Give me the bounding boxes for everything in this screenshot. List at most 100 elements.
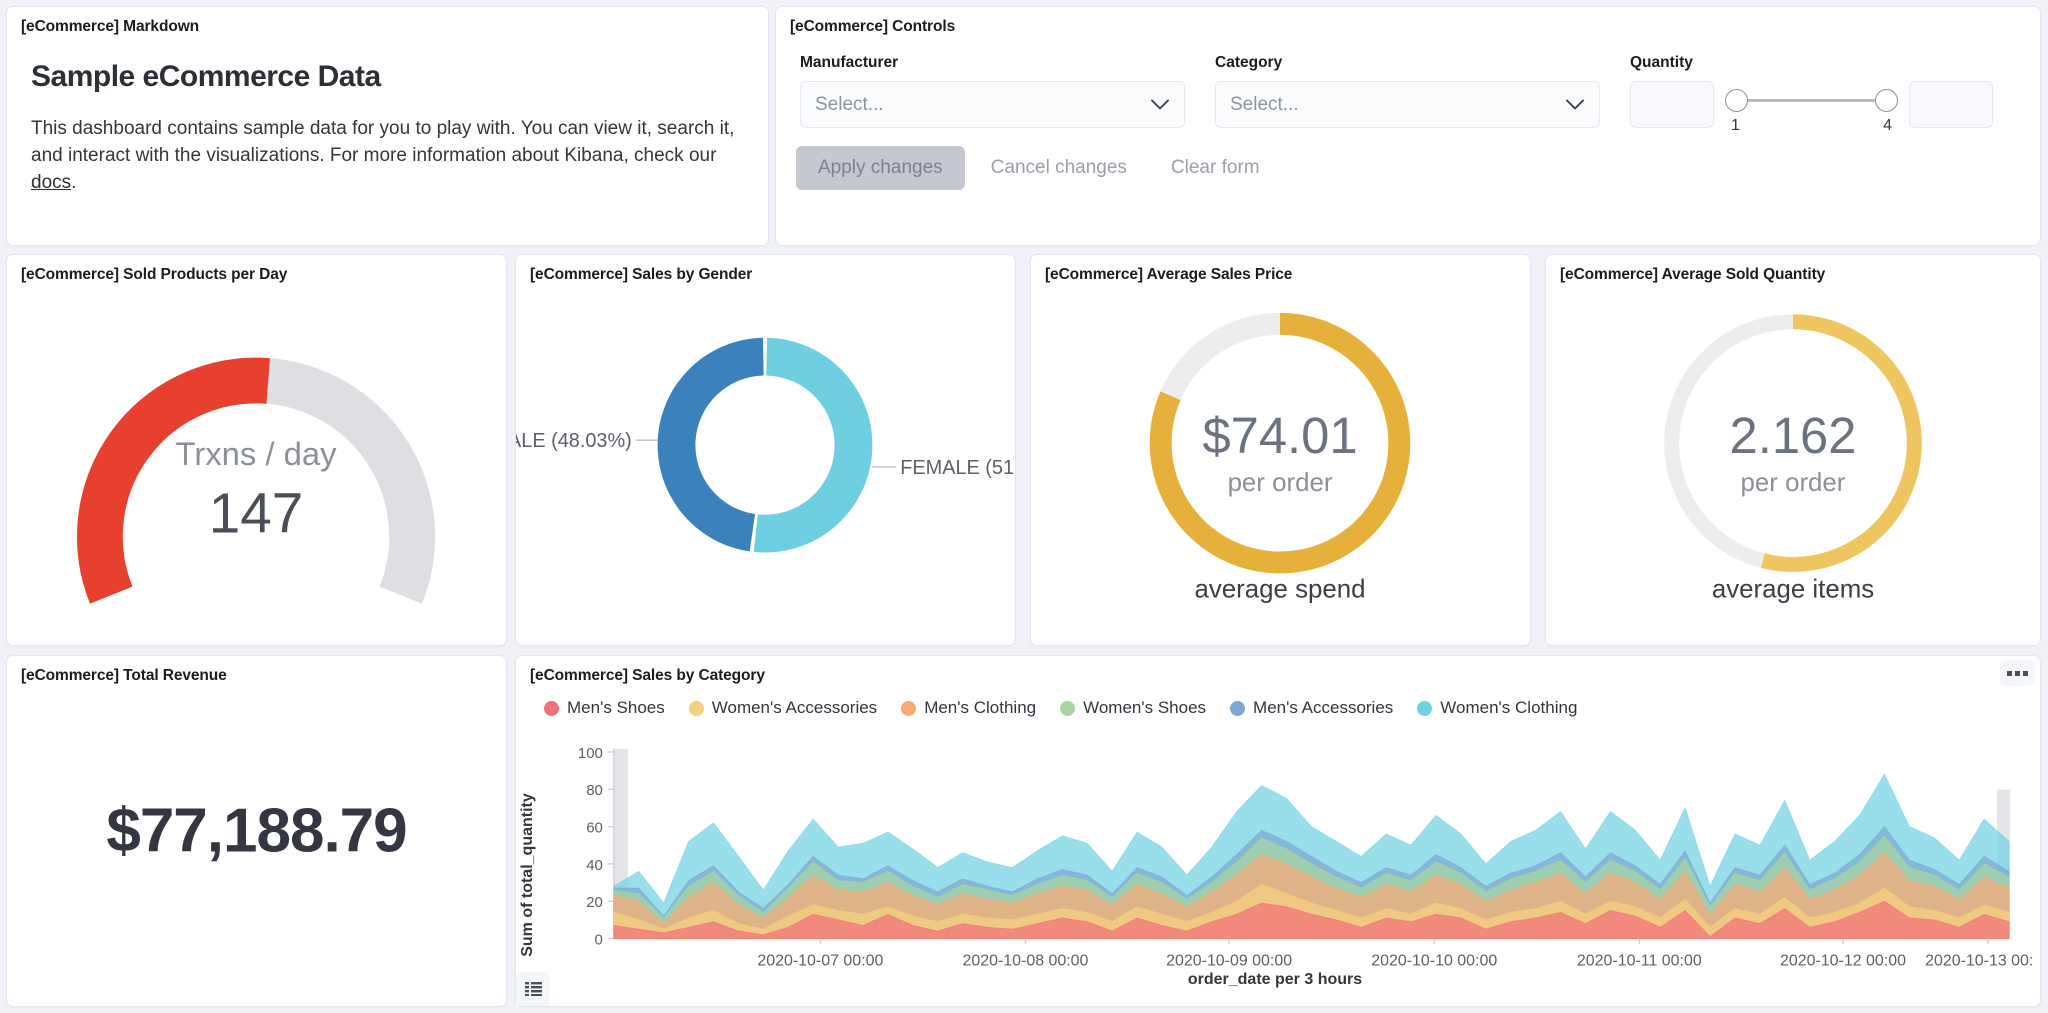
svg-text:2020-10-09 00:00: 2020-10-09 00:00 xyxy=(1166,952,1292,969)
manufacturer-label: Manufacturer xyxy=(800,54,899,71)
svg-text:2020-10-07 00:00: 2020-10-07 00:00 xyxy=(757,952,883,969)
markdown-heading: Sample eCommerce Data xyxy=(31,60,381,93)
panel-title-controls: [eCommerce] Controls xyxy=(790,18,956,35)
svg-text:$74.01: $74.01 xyxy=(1202,407,1357,464)
category-label: Category xyxy=(1215,54,1283,71)
slider-handle-max[interactable] xyxy=(1875,89,1898,112)
category-select[interactable]: Select... xyxy=(1215,81,1600,128)
svg-text:2020-10-11 00:00: 2020-10-11 00:00 xyxy=(1577,952,1702,969)
panel-sales-by-category: [eCommerce] Sales by Category Men's Shoe… xyxy=(515,655,2041,1007)
ellipsis-dot xyxy=(2022,670,2028,676)
svg-text:20: 20 xyxy=(586,894,603,911)
quantity-range-slider[interactable]: 1 4 xyxy=(1630,81,1993,134)
markdown-paragraph: This dashboard contains sample data for … xyxy=(31,116,743,197)
ellipsis-icon[interactable] xyxy=(2000,660,2034,686)
svg-text:2020-10-10 00:00: 2020-10-10 00:00 xyxy=(1371,952,1497,969)
ellipsis-dot xyxy=(2006,670,2012,676)
slider-min-tick: 1 xyxy=(1731,117,1740,134)
clear-form-button[interactable]: Clear form xyxy=(1153,146,1278,190)
svg-text:per order: per order xyxy=(1741,469,1846,497)
markdown-text-before: This dashboard contains sample data for … xyxy=(31,118,735,166)
svg-text:average spend: average spend xyxy=(1195,575,1366,603)
legend-item[interactable]: Men's Clothing xyxy=(901,698,1036,718)
controls-button-row: Apply changes Cancel changes Clear form xyxy=(776,128,2040,190)
quantity-max-input[interactable] xyxy=(1909,81,1993,128)
legend-label: Men's Shoes xyxy=(567,698,665,717)
legend-item[interactable]: Men's Accessories xyxy=(1230,698,1393,718)
legend-label: Women's Clothing xyxy=(1440,698,1578,717)
markdown-body: Sample eCommerce Data This dashboard con… xyxy=(7,36,768,197)
sales-by-gender-donut: FEMALE (51.97%) MALE (48.03%) xyxy=(516,291,1015,645)
svg-text:2020-10-12 00:00: 2020-10-12 00:00 xyxy=(1780,952,1906,969)
apply-changes-button[interactable]: Apply changes xyxy=(796,146,965,190)
panel-controls: [eCommerce] Controls Manufacturer Select… xyxy=(775,6,2041,246)
legend-label: Men's Accessories xyxy=(1253,698,1394,717)
legend-color-swatch xyxy=(1417,700,1433,716)
legend-item[interactable]: Women's Accessories xyxy=(688,698,877,718)
quantity-slider-track[interactable]: 1 4 xyxy=(1724,81,1899,134)
slider-max-tick: 4 xyxy=(1883,117,1892,134)
total-revenue-value: $77,188.79 xyxy=(106,796,407,866)
svg-text:0: 0 xyxy=(595,932,603,949)
dashboard-root: [eCommerce] Markdown Sample eCommerce Da… xyxy=(0,0,2048,1013)
quantity-min-input[interactable] xyxy=(1630,81,1714,128)
panel-title-total-revenue: [eCommerce] Total Revenue xyxy=(21,667,227,684)
y-axis-label: Sum of total_quantity xyxy=(519,793,536,957)
cancel-changes-button[interactable]: Cancel changes xyxy=(973,146,1145,190)
average-sold-quantity-gauge: 2.162 per order average items xyxy=(1546,291,2040,645)
slider-tick-labels: 1 4 xyxy=(1724,117,1899,135)
panel-title-sales-by-gender: [eCommerce] Sales by Gender xyxy=(530,266,753,283)
category-placeholder: Select... xyxy=(1230,93,1299,115)
legend-color-swatch xyxy=(688,700,704,716)
docs-link[interactable]: docs xyxy=(31,172,71,193)
sold-products-gauge: Trxns / day 147 xyxy=(7,291,506,645)
legend-list-icon[interactable] xyxy=(516,972,550,1006)
quantity-label: Quantity xyxy=(1630,54,1693,71)
legend-item[interactable]: Women's Shoes xyxy=(1060,698,1206,718)
x-axis-label: order_date per 3 hours xyxy=(1187,971,1363,988)
panel-total-revenue: [eCommerce] Total Revenue $77,188.79 xyxy=(6,655,507,1007)
panel-sold-products-per-day: [eCommerce] Sold Products per Day Trxns … xyxy=(6,254,507,646)
panel-title-sales-by-category: [eCommerce] Sales by Category xyxy=(530,667,765,684)
panel-title-markdown: [eCommerce] Markdown xyxy=(21,18,200,35)
legend-color-swatch xyxy=(901,700,917,716)
legend-color-swatch xyxy=(1230,700,1246,716)
svg-text:2020-10-08 00:00: 2020-10-08 00:00 xyxy=(962,952,1088,969)
legend-item[interactable]: Women's Clothing xyxy=(1417,698,1577,718)
svg-text:2.162: 2.162 xyxy=(1730,407,1857,464)
quantity-control: Quantity 1 4 xyxy=(1630,54,1993,134)
panel-markdown: [eCommerce] Markdown Sample eCommerce Da… xyxy=(6,6,769,246)
svg-text:MALE (48.03%): MALE (48.03%) xyxy=(516,430,632,452)
slider-rail xyxy=(1736,99,1887,102)
svg-text:100: 100 xyxy=(578,745,603,762)
average-sales-price-gauge: $74.01 per order average spend xyxy=(1031,291,1530,645)
svg-text:60: 60 xyxy=(586,820,603,837)
legend-label: Men's Clothing xyxy=(924,698,1037,717)
manufacturer-placeholder: Select... xyxy=(815,93,884,115)
panel-average-sold-quantity: [eCommerce] Average Sold Quantity 2.162 … xyxy=(1545,254,2041,646)
panel-title-average-sold-quantity: [eCommerce] Average Sold Quantity xyxy=(1560,266,1826,283)
chevron-down-icon xyxy=(1151,99,1169,110)
controls-inputs-row: Manufacturer Select... Category Select..… xyxy=(776,36,2040,134)
svg-text:Trxns / day: Trxns / day xyxy=(176,435,338,472)
manufacturer-control: Manufacturer Select... xyxy=(800,54,1185,128)
svg-text:2020-10-13 00:00: 2020-10-13 00:00 xyxy=(1925,952,2034,969)
ellipsis-dot xyxy=(2014,670,2020,676)
panel-sales-by-gender: [eCommerce] Sales by Gender FEMALE (51.9… xyxy=(515,254,1016,646)
legend-color-swatch xyxy=(544,700,559,716)
manufacturer-select[interactable]: Select... xyxy=(800,81,1185,128)
legend-color-swatch xyxy=(1060,700,1076,716)
legend-label: Women's Shoes xyxy=(1083,698,1207,717)
markdown-text-after: . xyxy=(71,171,77,193)
panel-title-sold-products: [eCommerce] Sold Products per Day xyxy=(21,266,288,283)
svg-text:average items: average items xyxy=(1712,575,1874,603)
panel-title-average-sales-price: [eCommerce] Average Sales Price xyxy=(1045,266,1293,283)
svg-text:147: 147 xyxy=(209,483,304,546)
svg-text:80: 80 xyxy=(586,782,603,799)
svg-text:40: 40 xyxy=(586,857,603,874)
svg-text:per order: per order xyxy=(1228,469,1333,497)
panel-average-sales-price: [eCommerce] Average Sales Price $74.01 p… xyxy=(1030,254,1531,646)
category-control: Category Select... xyxy=(1215,54,1600,128)
slider-handle-min[interactable] xyxy=(1725,89,1748,112)
legend-item[interactable]: Men's Shoes xyxy=(544,698,665,718)
